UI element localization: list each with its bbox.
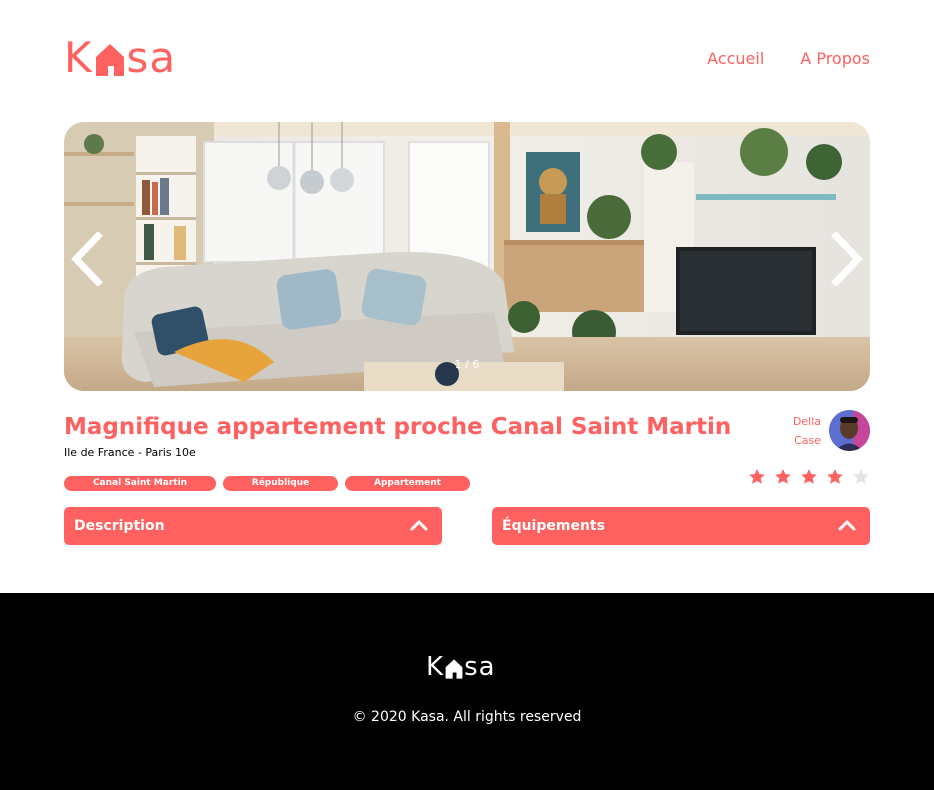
logo-letter-k: K (64, 33, 93, 82)
header: K sa Accueil A Propos (64, 36, 870, 82)
chevron-up-icon (838, 520, 856, 531)
house-icon (95, 44, 124, 76)
kasa-logo[interactable]: K sa (64, 36, 176, 80)
tag-list: Canal Saint Martin République Appartemen… (64, 476, 470, 491)
nav-link-accueil[interactable]: Accueil (707, 48, 764, 70)
host-last-name: Case (794, 433, 821, 447)
description-collapse[interactable]: Description (64, 507, 442, 545)
avatar (829, 410, 870, 451)
carousel-counter: 1 / 6 (454, 358, 480, 371)
listing-photo (64, 122, 870, 391)
carousel-next-button[interactable] (824, 231, 868, 287)
listing-title: Magnifique appartement proche Canal Sain… (64, 414, 732, 440)
equipment-collapse-label: Équipements (502, 518, 605, 534)
star-icon (749, 469, 765, 484)
star-icon (801, 469, 817, 484)
nav-link-a-propos[interactable]: A Propos (800, 48, 870, 70)
footer-logo-letter-k: K (426, 652, 445, 682)
tag-appartement: Appartement (345, 476, 470, 491)
footer-logo: K sa (426, 653, 496, 681)
image-carousel: 1 / 6 (64, 122, 870, 391)
description-collapse-label: Description (74, 518, 165, 534)
listing-location: Ile de France - Paris 10e (64, 446, 196, 459)
host-first-name: Della (792, 414, 821, 428)
host-name: Della Case (793, 412, 821, 450)
footer: K sa © 2020 Kasa. All rights reserved (0, 593, 934, 790)
equipment-collapse[interactable]: Équipements (492, 507, 870, 545)
carousel-prev-button[interactable] (66, 231, 110, 287)
tag-republique: République (223, 476, 338, 491)
copyright-text: © 2020 Kasa. All rights reserved (352, 709, 582, 725)
star-icon (827, 469, 843, 484)
star-icon (853, 469, 869, 484)
chevron-right-icon (831, 231, 863, 287)
logo-letters-sa: sa (126, 33, 177, 82)
chevron-up-icon (410, 520, 428, 531)
footer-logo-letters-sa: sa (464, 652, 496, 682)
main-nav: Accueil A Propos (707, 48, 870, 70)
star-icon (775, 469, 791, 484)
house-icon (445, 659, 463, 679)
tag-canal-saint-martin: Canal Saint Martin (64, 476, 216, 491)
rating-stars (748, 468, 870, 486)
chevron-left-icon (71, 231, 103, 287)
host-info: Della Case (793, 410, 870, 451)
